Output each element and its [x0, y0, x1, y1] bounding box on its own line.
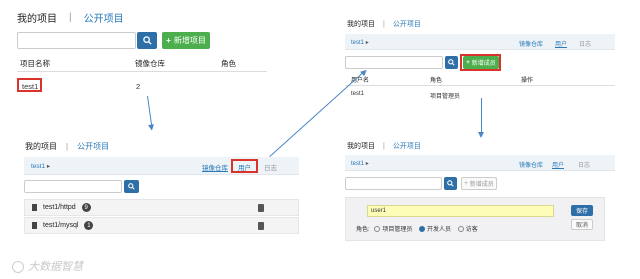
radio-icon[interactable] — [457, 226, 464, 233]
plus-icon: + — [464, 180, 468, 187]
tab-logs[interactable]: 日志 — [264, 162, 277, 172]
tab-logs[interactable]: 日志 — [578, 160, 590, 169]
table-divider — [17, 71, 267, 72]
flow-arrow — [478, 98, 484, 138]
project-nav-bar — [345, 155, 615, 171]
project-search-input[interactable] — [17, 32, 136, 49]
role-selector: 角色: 项目管理员 开发人员 访客 — [356, 224, 478, 233]
role-option-guest[interactable]: 访客 — [457, 226, 478, 233]
highlight-box — [231, 159, 258, 173]
tab-public-projects[interactable]: 公开项目 — [393, 19, 421, 29]
breadcrumb[interactable]: test1 ▸ — [351, 160, 369, 167]
list-item[interactable]: test1/mysql 1 — [24, 217, 299, 234]
search-button[interactable] — [137, 32, 157, 49]
repo-name[interactable]: test1/mysql — [43, 222, 78, 229]
repo-name[interactable]: test1/httpd — [43, 204, 76, 211]
watermark: 大数据智慧 — [12, 258, 83, 274]
member-search-input[interactable] — [345, 56, 443, 69]
add-member-form — [345, 197, 605, 241]
add-member-button[interactable]: + 新增成员 — [461, 177, 497, 190]
trash-icon[interactable] — [258, 204, 264, 212]
tab-public-projects[interactable]: 公开项目 — [393, 141, 421, 151]
tab-separator: | — [69, 12, 72, 23]
chevron-right-icon: ▸ — [46, 163, 51, 170]
add-member-label: 新增成员 — [469, 182, 494, 188]
tab-separator: | — [66, 142, 69, 151]
breadcrumb-project[interactable]: test1 — [351, 161, 364, 167]
tag-count-badge: 1 — [84, 221, 94, 230]
member-username: test1 — [351, 91, 365, 97]
tab-repositories[interactable]: 镜像仓库 — [519, 39, 543, 48]
project-tabs: 我的项目 | 公开项目 — [17, 10, 124, 25]
role-label: 角色: — [356, 227, 370, 233]
tab-repositories[interactable]: 镜像仓库 — [202, 162, 228, 172]
cancel-button[interactable]: 取消 — [571, 219, 593, 230]
search-button[interactable] — [445, 56, 458, 69]
col-header-repos: 镜像仓库 — [135, 59, 165, 68]
highlight-box — [460, 54, 501, 71]
breadcrumb[interactable]: test1 ▸ — [351, 39, 369, 46]
highlight-box — [17, 78, 42, 92]
tab-separator: | — [383, 142, 385, 150]
role-option-label: 项目管理员 — [382, 227, 413, 233]
plus-icon: + — [166, 36, 171, 45]
search-button[interactable] — [444, 177, 457, 190]
member-search-input[interactable] — [345, 177, 442, 190]
tab-public-projects[interactable]: 公开项目 — [77, 141, 109, 152]
tab-repositories[interactable]: 镜像仓库 — [519, 160, 543, 169]
role-option-label: 开发人员 — [427, 227, 452, 233]
tag-count-badge: 9 — [81, 203, 91, 212]
member-role: 项目管理员 — [430, 94, 461, 100]
tab-my-projects[interactable]: 我的项目 — [347, 141, 375, 151]
trash-icon[interactable] — [258, 222, 264, 230]
search-icon — [447, 180, 454, 187]
save-button[interactable]: 保存 — [571, 205, 593, 216]
breadcrumb-project[interactable]: test1 — [351, 40, 364, 46]
project-nav-bar — [345, 34, 615, 50]
project-tabs: 我的项目 | 公开项目 — [347, 19, 421, 29]
radio-icon[interactable] — [419, 226, 426, 233]
project-tabs: 我的项目 | 公开项目 — [25, 141, 109, 152]
tab-my-projects[interactable]: 我的项目 — [25, 141, 57, 152]
table-divider — [345, 85, 615, 86]
col-header-project-name: 项目名称 — [20, 59, 50, 68]
tab-public-projects[interactable]: 公开项目 — [84, 10, 124, 25]
tab-logs[interactable]: 日志 — [579, 39, 591, 48]
new-project-button[interactable]: + 新增项目 — [162, 32, 210, 49]
breadcrumb[interactable]: test1 ▸ — [31, 162, 50, 170]
flow-arrow — [147, 95, 153, 129]
project-tabs: 我的项目 | 公开项目 — [347, 141, 421, 151]
username-input[interactable]: user1 — [367, 205, 554, 217]
col-header-role: 角色 — [221, 59, 236, 68]
list-item[interactable]: test1/httpd 9 — [24, 199, 299, 216]
repository-icon — [32, 222, 37, 229]
chevron-right-icon: ▸ — [365, 40, 369, 46]
breadcrumb-project[interactable]: test1 — [31, 163, 45, 170]
tab-separator: | — [383, 20, 385, 28]
search-icon — [128, 183, 135, 190]
role-option-label: 访客 — [465, 227, 478, 233]
tab-my-projects[interactable]: 我的项目 — [347, 19, 375, 29]
role-option-developer[interactable]: 开发人员 — [419, 226, 452, 233]
role-option-admin[interactable]: 项目管理员 — [374, 226, 413, 233]
tab-my-projects[interactable]: 我的项目 — [17, 10, 57, 25]
col-header-actions: 操作 — [521, 78, 534, 84]
new-project-label: 新增项目 — [173, 36, 206, 45]
chevron-right-icon: ▸ — [365, 161, 369, 167]
tab-users[interactable]: 用户 — [552, 160, 564, 169]
watermark-text: 大数据智慧 — [28, 261, 83, 273]
watermark-logo-icon — [12, 261, 24, 274]
repo-search-input[interactable] — [24, 180, 122, 193]
tab-users[interactable]: 用户 — [555, 39, 567, 48]
repository-icon — [32, 204, 37, 211]
search-icon — [142, 36, 152, 45]
project-repo-count: 2 — [136, 82, 141, 91]
col-header-role: 角色 — [430, 78, 443, 84]
search-icon — [448, 59, 455, 66]
search-button[interactable] — [124, 180, 139, 193]
radio-icon[interactable] — [374, 226, 381, 233]
